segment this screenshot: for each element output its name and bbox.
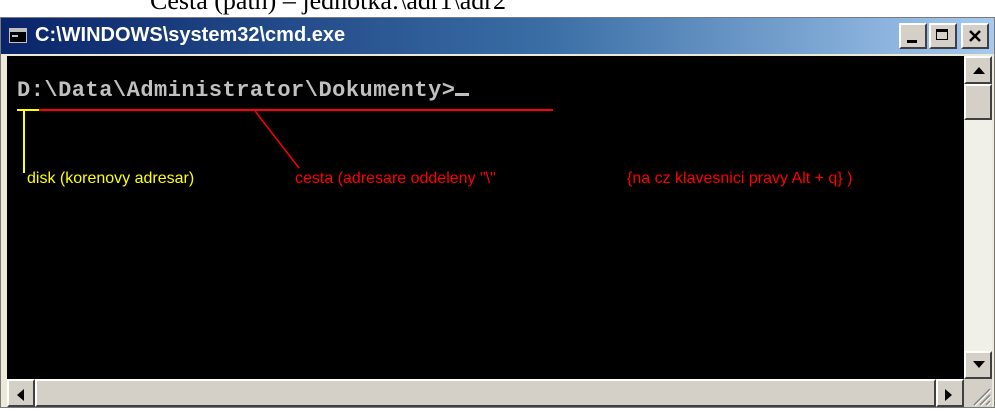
cmd-window: C:\WINDOWS\system32\cmd.exe D:\Data\Admi… bbox=[0, 17, 995, 408]
document-heading-text: Cesta (path) – jednotka:\adr1\adr2 bbox=[150, 0, 506, 15]
maximize-button[interactable] bbox=[929, 23, 957, 49]
arrow-right-icon bbox=[945, 389, 952, 401]
horizontal-scrollbar[interactable] bbox=[7, 379, 964, 407]
vertical-scroll-thumb[interactable] bbox=[964, 84, 992, 120]
minimize-button[interactable] bbox=[899, 23, 927, 49]
horizontal-scroll-thumb[interactable] bbox=[35, 379, 936, 407]
title-bar[interactable]: C:\WINDOWS\system32\cmd.exe bbox=[1, 18, 994, 54]
arrow-left-icon bbox=[17, 389, 24, 401]
arrow-up-icon bbox=[973, 67, 985, 74]
close-icon bbox=[969, 30, 981, 42]
scroll-down-button[interactable] bbox=[964, 351, 992, 379]
resize-grip-icon bbox=[973, 388, 992, 407]
window-title: C:\WINDOWS\system32\cmd.exe bbox=[35, 24, 346, 46]
text-cursor bbox=[455, 93, 470, 96]
resize-grip[interactable] bbox=[964, 379, 992, 407]
scroll-up-button[interactable] bbox=[964, 56, 992, 84]
vertical-scrollbar[interactable] bbox=[964, 56, 992, 379]
keyboard-annotation: {na cz klavesnici pravy Alt + q} ) bbox=[627, 170, 853, 187]
arrow-down-icon bbox=[973, 361, 985, 368]
console-output[interactable]: D:\Data\Administrator\Dokumenty> disk (k… bbox=[7, 56, 964, 379]
path-annotation: cesta (adresare oddeleny "\" bbox=[295, 170, 496, 187]
close-button[interactable] bbox=[961, 23, 989, 49]
scroll-left-button[interactable] bbox=[7, 379, 35, 407]
disk-annotation: disk (korenovy adresar) bbox=[27, 170, 195, 187]
scroll-right-button[interactable] bbox=[936, 379, 964, 407]
console-icon[interactable] bbox=[9, 28, 27, 43]
